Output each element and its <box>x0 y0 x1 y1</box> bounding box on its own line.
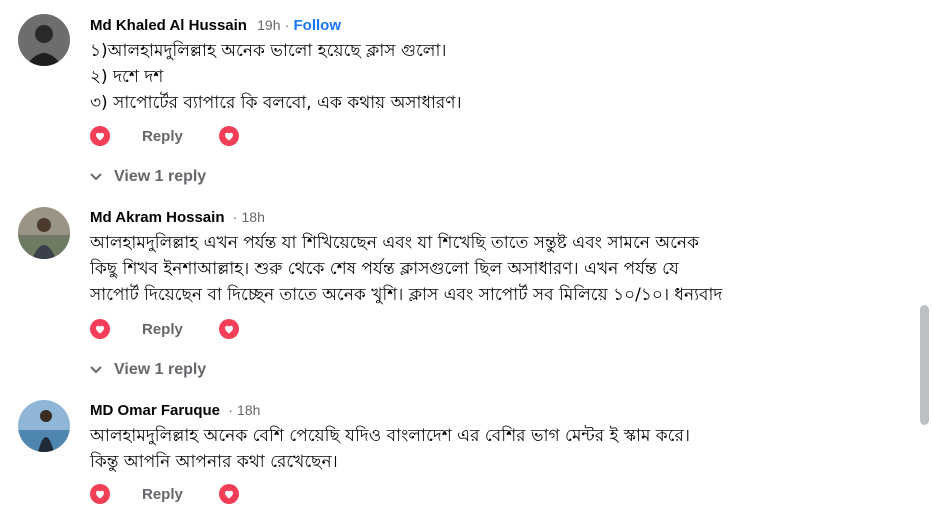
avatar[interactable] <box>18 207 70 259</box>
heart-icon[interactable] <box>90 319 110 339</box>
scrollbar-thumb[interactable] <box>920 305 929 425</box>
comment-author[interactable]: MD Omar Faruque <box>90 402 220 419</box>
avatar[interactable] <box>18 400 70 452</box>
comment-time[interactable]: 18h <box>242 209 265 225</box>
comment-author[interactable]: Md Akram Hossain <box>90 209 224 226</box>
follow-button[interactable]: Follow <box>294 17 342 34</box>
comment-text: আলহামদুলিল্লাহ এখন পর্যন্ত যা শিখিয়েছেন… <box>90 233 723 305</box>
view-replies-label: View 1 reply <box>114 168 207 185</box>
heart-icon[interactable] <box>218 126 239 146</box>
comment-text: ১)আলহামদুলিল্লাহ অনেক ভালো হয়েছে ক্লাস … <box>90 41 462 113</box>
comment-time[interactable]: 18h <box>237 402 260 418</box>
view-replies-button[interactable]: View 1 reply <box>90 359 206 381</box>
avatar[interactable] <box>18 14 70 66</box>
heart-icon[interactable] <box>90 484 110 504</box>
heart-icon[interactable] <box>218 319 239 339</box>
reply-button[interactable]: Reply <box>142 486 183 503</box>
heart-icon[interactable] <box>218 484 239 504</box>
chevron-down-icon <box>90 168 102 186</box>
comment-time[interactable]: 19h <box>257 17 280 33</box>
view-replies-button[interactable]: View 1 reply <box>90 166 206 188</box>
view-replies-label: View 1 reply <box>114 361 207 378</box>
comment-text: আলহামদুলিল্লাহ অনেক বেশি পেয়েছি যদিও বা… <box>90 426 690 472</box>
reply-button[interactable]: Reply <box>142 321 183 338</box>
separator: · <box>232 209 238 225</box>
reply-button[interactable]: Reply <box>142 128 183 145</box>
chevron-down-icon <box>90 361 102 379</box>
separator: · <box>284 17 290 33</box>
separator: · <box>228 402 233 418</box>
heart-icon[interactable] <box>90 126 110 146</box>
comment-author[interactable]: Md Khaled Al Hussain <box>90 17 247 34</box>
